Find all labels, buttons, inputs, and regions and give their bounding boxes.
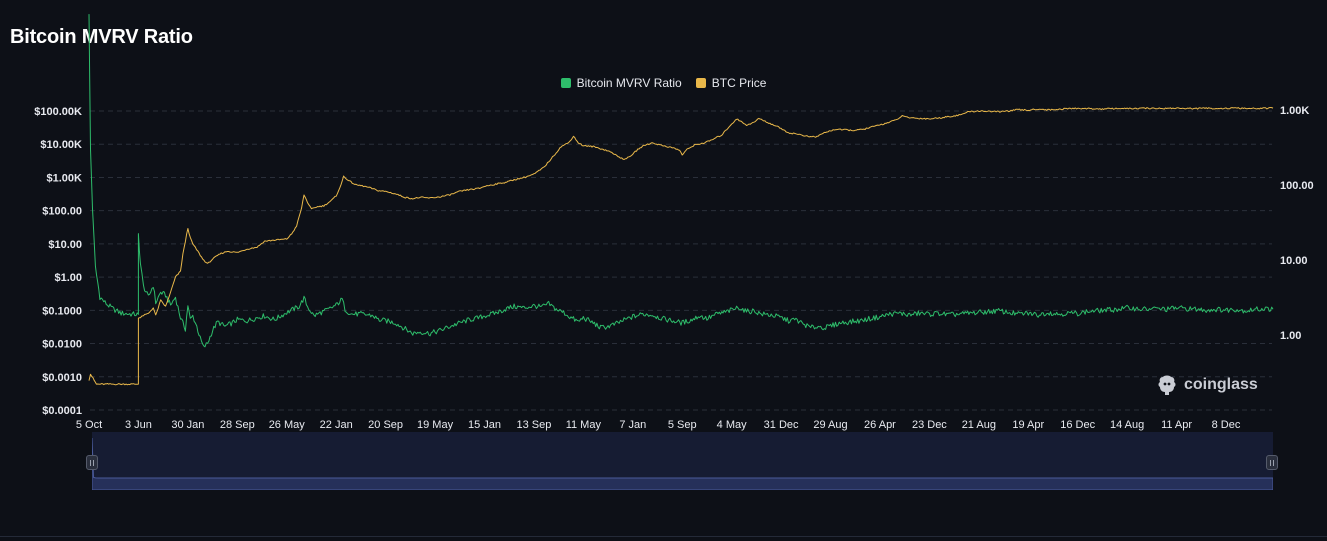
x-tick-label: 8 Dec [1212,419,1241,431]
x-tick-label: 30 Jan [171,419,204,431]
left-tick-label: $10.00 [48,239,82,251]
series-layer [88,14,1274,386]
left-tick-label: $0.1000 [42,305,82,317]
x-tick-label: 29 Aug [813,419,847,431]
navigator-preview [92,437,1273,490]
x-tick-label: 31 Dec [764,419,799,431]
x-tick-label: 26 May [269,419,306,431]
x-tick-label: 28 Sep [220,419,255,431]
watermark: coinglass [1156,374,1258,396]
right-tick-label: 10.00 [1280,255,1308,267]
coinglass-logo-icon [1158,375,1176,395]
left-tick-label: $1.00 [54,272,82,284]
watermark-text: coinglass [1184,376,1258,393]
left-tick-label: $0.0010 [42,372,82,384]
x-tick-label: 13 Sep [516,419,551,431]
x-tick-label: 19 Apr [1012,419,1044,431]
left-tick-label: $100.00 [42,206,82,218]
right-y-axis: 1.00 10.00 100.00 1.00K [1280,105,1314,342]
x-tick-label: 5 Oct [76,419,102,431]
navigator-handle-right[interactable] [1266,455,1278,470]
series-line-btc-price [88,107,1274,386]
x-tick-label: 22 Jan [320,419,353,431]
x-tick-label: 14 Aug [1110,419,1144,431]
x-tick-label: 5 Sep [668,419,697,431]
right-tick-label: 100.00 [1280,180,1314,192]
x-tick-label: 23 Dec [912,419,947,431]
x-tick-label: 11 May [566,419,602,431]
navigator-handle-left[interactable] [86,455,98,470]
left-tick-label: $10.00K [40,139,82,151]
grid-lines [90,110,1272,411]
x-tick-label: 26 Apr [864,419,896,431]
x-tick-label: 7 Jan [619,419,646,431]
x-tick-label: 19 May [417,419,454,431]
x-tick-label: 20 Sep [368,419,403,431]
x-tick-label: 11 Apr [1161,419,1192,431]
bottom-divider [0,536,1327,537]
right-tick-label: 1.00K [1280,105,1309,117]
x-tick-label: 16 Dec [1060,419,1095,431]
range-navigator[interactable] [92,432,1273,490]
x-tick-label: 21 Aug [962,419,996,431]
left-tick-label: $1.00K [47,172,83,184]
series-line-mvrv [88,14,1274,348]
x-tick-label: 15 Jan [468,419,501,431]
left-tick-label: $0.0100 [42,339,82,351]
right-tick-label: 1.00 [1280,330,1301,342]
x-axis: 5 Oct 3 Jun 30 Jan 28 Sep 26 May 22 Jan 20 Sep… [76,419,1241,431]
x-tick-label: 4 May [717,419,747,431]
x-tick-label: 3 Jun [125,419,152,431]
left-y-axis: $0.0001 $0.0010 $0.0100 $0.1000 $1.00 $10.00 $… [34,106,82,417]
left-tick-label: $100.00K [34,106,82,118]
navigator-series [92,437,1273,490]
left-tick-label: $0.0001 [42,405,82,417]
